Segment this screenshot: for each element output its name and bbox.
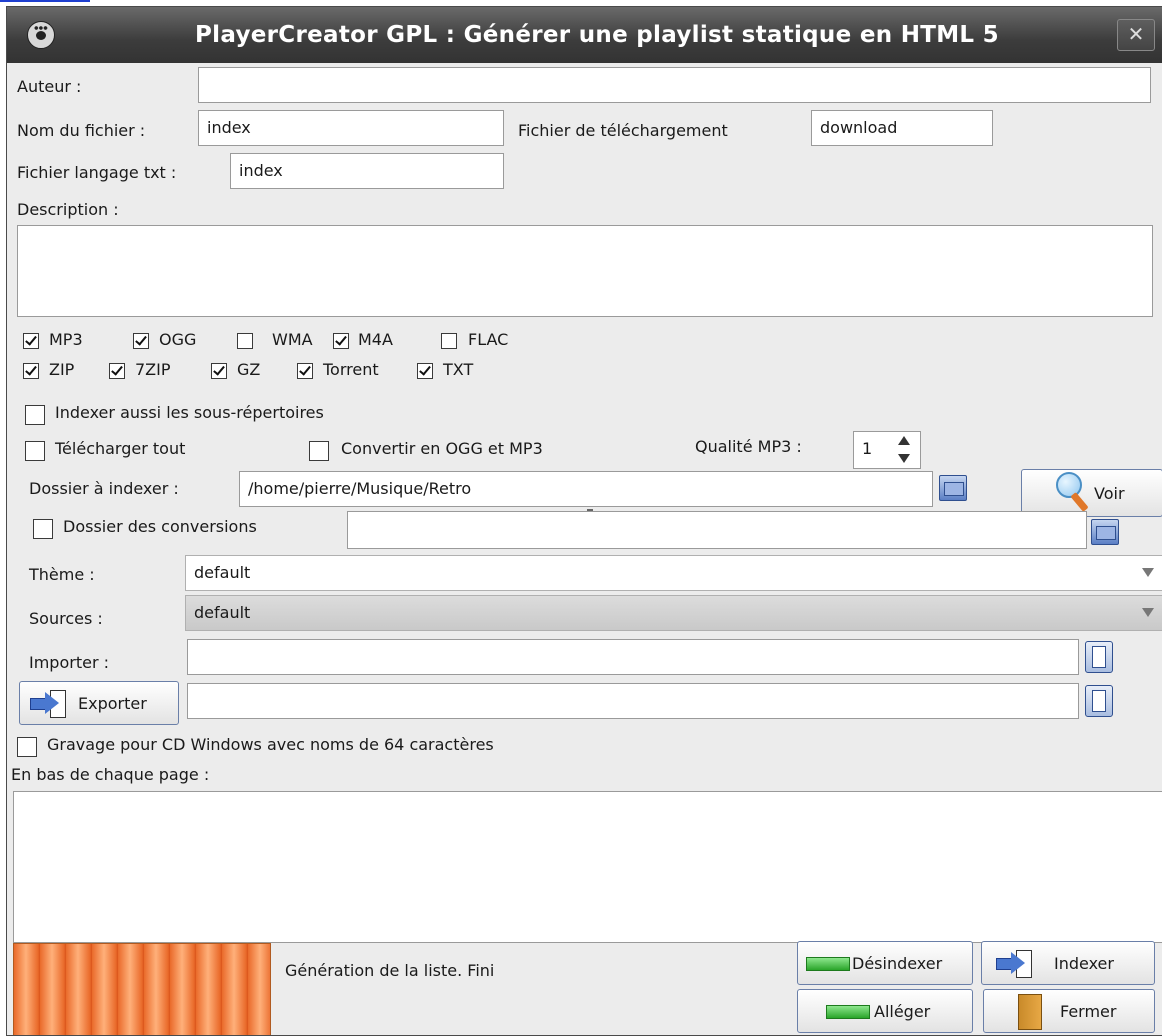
- checkbox-txt-label: TXT: [443, 360, 474, 379]
- dossier-conversions-input[interactable]: [347, 511, 1087, 549]
- checkbox-mp3-label: MP3: [49, 330, 83, 349]
- top-link-underline: [0, 0, 90, 2]
- desindexer-button[interactable]: Désindexer: [797, 941, 973, 985]
- file-open-icon[interactable]: [1085, 641, 1113, 673]
- exporter-label: Exporter: [78, 694, 147, 713]
- checkbox-indexer-sous-repertoires[interactable]: [25, 405, 45, 425]
- sources-value: default: [194, 603, 251, 622]
- voir-label: Voir: [1094, 484, 1125, 503]
- checkbox-wma[interactable]: [237, 333, 253, 349]
- checkbox-zip-label: ZIP: [49, 360, 75, 379]
- checkbox-zip[interactable]: [23, 363, 39, 379]
- spinner-down-icon[interactable]: [898, 454, 910, 463]
- theme-select[interactable]: default: [185, 555, 1162, 591]
- export-arrow-icon: [30, 690, 66, 718]
- convertir-label: Convertir en OGG et MP3: [341, 439, 543, 458]
- theme-label: Thème :: [29, 565, 95, 584]
- door-icon: [1018, 994, 1042, 1030]
- window-title: PlayerCreator GPL : Générer une playlist…: [195, 22, 999, 48]
- dialog-window: PlayerCreator GPL : Générer une playlist…: [6, 6, 1162, 1036]
- checkbox-telecharger-tout[interactable]: [25, 441, 45, 461]
- progress-graphic: [13, 943, 271, 1035]
- checkbox-7zip-label: 7ZIP: [135, 360, 171, 379]
- green-bar-icon: [826, 1005, 870, 1019]
- desindexer-label: Désindexer: [852, 954, 943, 973]
- qualite-mp3-label: Qualité MP3 :: [695, 437, 802, 456]
- checkbox-convertir[interactable]: [309, 441, 329, 461]
- checkbox-ogg-label: OGG: [159, 330, 197, 349]
- dossier-conversions-label: Dossier des conversions: [63, 517, 257, 536]
- fermer-label: Fermer: [1060, 1002, 1117, 1021]
- close-button[interactable]: ✕: [1117, 19, 1155, 51]
- checkbox-gravage[interactable]: [17, 737, 37, 757]
- app-icon: [27, 21, 55, 49]
- checkbox-txt[interactable]: [417, 363, 433, 379]
- importer-input[interactable]: [187, 639, 1079, 675]
- qualite-mp3-spinner[interactable]: 1: [853, 431, 921, 469]
- sources-label: Sources :: [29, 609, 103, 628]
- indexer-sous-repertoires-label: Indexer aussi les sous-répertoires: [55, 403, 324, 422]
- fichier-telechargement-input[interactable]: download: [811, 110, 993, 146]
- alleger-button[interactable]: Alléger: [797, 989, 973, 1033]
- magnifier-icon: [1056, 472, 1090, 512]
- auteur-label: Auteur :: [17, 77, 82, 96]
- fichier-langage-label: Fichier langage txt :: [17, 163, 177, 182]
- description-label: Description :: [17, 200, 119, 219]
- checkbox-7zip[interactable]: [109, 363, 125, 379]
- checkbox-torrent[interactable]: [297, 363, 313, 379]
- chevron-down-icon[interactable]: [1142, 568, 1154, 577]
- checkbox-m4a[interactable]: [333, 333, 349, 349]
- fichier-telechargement-label: Fichier de téléchargement: [518, 121, 728, 140]
- exporter-button[interactable]: Exporter: [19, 681, 179, 725]
- checkbox-gz[interactable]: [211, 363, 227, 379]
- qualite-mp3-value: 1: [862, 439, 873, 458]
- spinner-up-icon[interactable]: [898, 436, 910, 445]
- chevron-down-icon[interactable]: [1142, 608, 1154, 617]
- indexer-button[interactable]: Indexer: [981, 941, 1155, 985]
- gravage-label: Gravage pour CD Windows avec noms de 64 …: [47, 735, 494, 754]
- checkbox-wma-label: WMA: [272, 330, 313, 349]
- importer-label: Importer :: [29, 653, 109, 672]
- auteur-input[interactable]: [198, 67, 1151, 103]
- dossier-indexer-label: Dossier à indexer :: [29, 479, 179, 498]
- checkbox-torrent-label: Torrent: [323, 360, 379, 379]
- alleger-label: Alléger: [874, 1002, 931, 1021]
- sources-select[interactable]: default: [185, 595, 1162, 631]
- exporter-input[interactable]: [187, 683, 1079, 719]
- en-bas-label: En bas de chaque page :: [11, 765, 210, 784]
- checkbox-flac-label: FLAC: [468, 330, 509, 349]
- theme-value: default: [194, 563, 251, 582]
- file-save-icon[interactable]: [1085, 685, 1113, 717]
- nom-fichier-label: Nom du fichier :: [17, 121, 146, 140]
- telecharger-tout-label: Télécharger tout: [55, 439, 186, 458]
- fermer-button[interactable]: Fermer: [983, 989, 1155, 1033]
- checkbox-ogg[interactable]: [133, 333, 149, 349]
- checkbox-dossier-conversions[interactable]: [33, 519, 53, 539]
- checkbox-gz-label: GZ: [237, 360, 261, 379]
- nom-fichier-input[interactable]: index: [198, 110, 504, 146]
- voir-button[interactable]: Voir: [1021, 469, 1162, 517]
- green-bar-icon: [806, 957, 850, 971]
- checkbox-m4a-label: M4A: [358, 330, 393, 349]
- description-textarea[interactable]: [17, 225, 1153, 317]
- folder-browse-icon[interactable]: [939, 475, 967, 501]
- index-arrow-icon: [996, 950, 1032, 978]
- status-message: Génération de la liste. Fini: [285, 961, 495, 980]
- checkbox-mp3[interactable]: [23, 333, 39, 349]
- en-bas-textarea[interactable]: [13, 791, 1162, 943]
- fichier-langage-input[interactable]: index: [230, 153, 504, 189]
- folder-conversions-icon[interactable]: [1091, 519, 1119, 545]
- title-bar: PlayerCreator GPL : Générer une playlist…: [7, 7, 1162, 63]
- checkbox-flac[interactable]: [441, 333, 457, 349]
- dossier-indexer-input[interactable]: /home/pierre/Musique/Retro: [239, 471, 933, 507]
- indexer-label: Indexer: [1054, 954, 1114, 973]
